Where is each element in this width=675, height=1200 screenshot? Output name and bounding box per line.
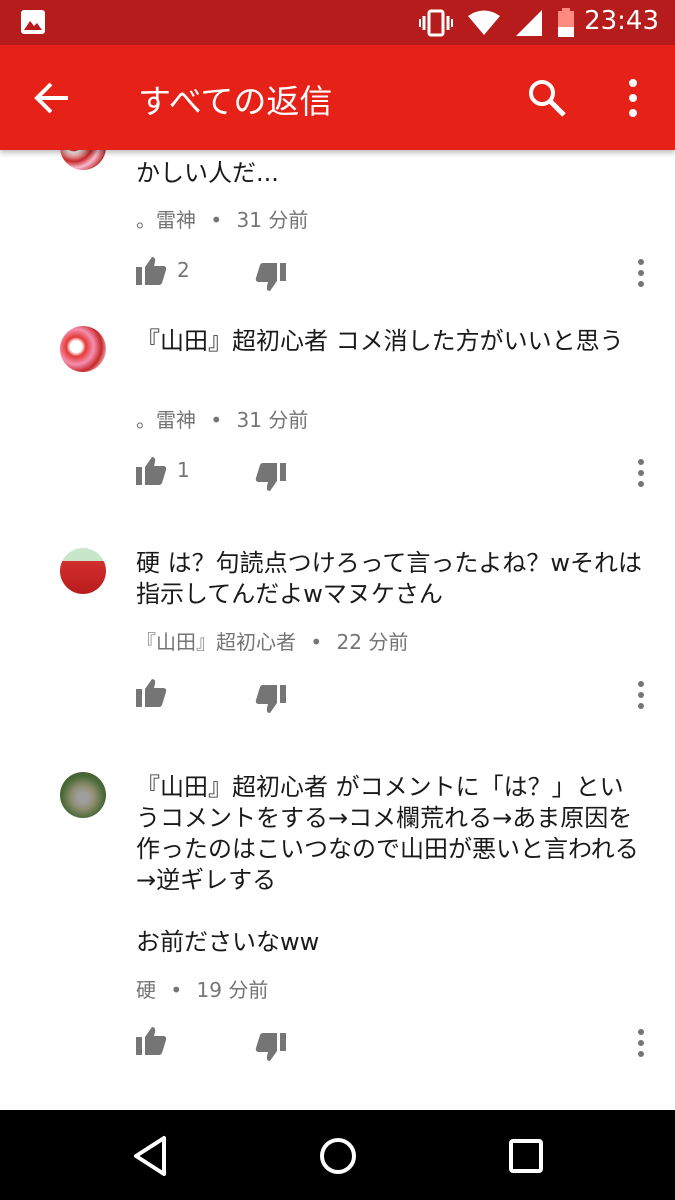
comment-more-icon[interactable]	[632, 1028, 650, 1058]
comment-text: 『山田』超初心者 がコメントに「は？」というコメントをする→コメ欄荒れる→あま原…	[136, 773, 639, 956]
meta-separator: •	[210, 408, 223, 432]
thumbs-up-icon[interactable]	[134, 454, 168, 488]
comment-time: 31 分前	[236, 208, 309, 232]
comment-meta: 硬 • 19 分前	[136, 974, 268, 1003]
avatar[interactable]	[60, 326, 106, 372]
comment-actions: 1	[0, 454, 675, 494]
nav-home-icon[interactable]	[316, 1134, 360, 1178]
comment-author[interactable]: 『山田』超初心者	[136, 630, 296, 654]
page-title: すべての返信	[138, 82, 333, 121]
comment-time: 19 分前	[196, 978, 269, 1002]
wifi-icon	[468, 10, 500, 35]
thumbs-down-icon[interactable]	[254, 682, 288, 716]
comment-text: 硬 は？句読点つけろって言ったよね？wそれは指示してんだよwマヌケさん	[136, 549, 643, 608]
meta-separator: •	[170, 978, 183, 1002]
nav-recents-icon[interactable]	[506, 1136, 546, 1176]
signal-icon	[516, 10, 542, 36]
like-count: 1	[177, 458, 190, 482]
comment-actions	[0, 676, 675, 716]
app-bar: すべての返信	[0, 45, 675, 150]
comment-more-icon[interactable]	[632, 258, 650, 288]
like-count: 2	[177, 258, 190, 282]
status-icons	[419, 8, 575, 38]
avatar[interactable]	[60, 548, 106, 594]
comment-meta: 。雷神 • 31 分前	[136, 404, 308, 433]
avatar[interactable]	[60, 150, 106, 170]
replies-list: かしい人だ... 。雷神 • 31 分前 2 『山田』超初心者 コメ消した方がい…	[0, 150, 675, 1110]
thumbs-up-icon[interactable]	[134, 676, 168, 710]
search-icon[interactable]	[526, 77, 568, 119]
comment-author[interactable]: 。雷神	[136, 208, 196, 232]
comment-more-icon[interactable]	[632, 458, 650, 488]
nav-back-icon[interactable]	[128, 1134, 172, 1178]
meta-separator: •	[210, 208, 223, 232]
status-time: 23:43	[584, 6, 659, 36]
more-vert-icon[interactable]	[620, 75, 646, 121]
system-nav-bar	[0, 1110, 675, 1200]
meta-separator: •	[310, 630, 323, 654]
thumbs-up-icon[interactable]	[134, 1024, 168, 1058]
comment-author[interactable]: 硬	[136, 978, 156, 1002]
back-arrow-icon[interactable]	[28, 73, 78, 123]
thumbs-down-icon[interactable]	[254, 1030, 288, 1064]
comment-text: 『山田』超初心者 コメ消した方がいいと思う	[136, 327, 624, 355]
comment-time: 31 分前	[236, 408, 309, 432]
comment-meta: 。雷神 • 31 分前	[136, 204, 308, 233]
thumbs-down-icon[interactable]	[254, 260, 288, 294]
comment-time: 22 分前	[336, 630, 409, 654]
comment-actions	[0, 1024, 675, 1064]
status-bar: 23:43	[0, 0, 675, 45]
comment-author[interactable]: 。雷神	[136, 408, 196, 432]
comment-more-icon[interactable]	[632, 680, 650, 710]
vibrate-icon	[419, 9, 453, 37]
comment-actions: 2	[0, 254, 675, 294]
comment-text: かしい人だ...	[136, 159, 279, 187]
battery-icon	[558, 8, 574, 37]
comment-meta: 『山田』超初心者 • 22 分前	[136, 626, 408, 655]
thumbs-down-icon[interactable]	[254, 460, 288, 494]
avatar[interactable]	[60, 772, 106, 818]
thumbs-up-icon[interactable]	[134, 254, 168, 288]
gallery-icon	[21, 10, 45, 34]
